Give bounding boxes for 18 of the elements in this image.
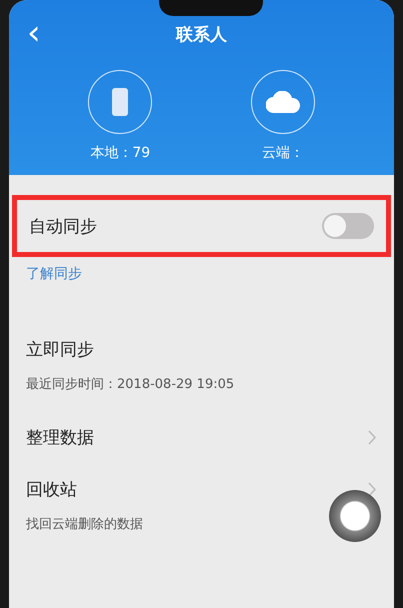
cloud-icon: [266, 91, 300, 113]
item-subtitle: 找回云端删除的数据: [26, 516, 144, 533]
stat-label: 本地：79: [90, 144, 150, 162]
chevron-icon: [368, 482, 377, 496]
stat-label: 云端：: [262, 144, 304, 162]
setting-label: 自动同步: [29, 216, 97, 238]
floating-button[interactable]: [329, 490, 381, 542]
menu-item[interactable]: 立即同步: [26, 338, 94, 360]
menu-item[interactable]: 回收站: [26, 478, 77, 500]
chevron-icon: [368, 430, 377, 444]
stat-circle[interactable]: [88, 70, 152, 134]
stat-circle[interactable]: [250, 70, 315, 134]
toggle-switch[interactable]: [322, 213, 374, 239]
item-subtitle: 最近同步时间：2018-08-29 19:05: [26, 376, 236, 393]
phone-icon: [112, 88, 128, 116]
menu-item[interactable]: 整理数据: [26, 426, 94, 448]
back-button[interactable]: ‹: [23, 16, 45, 50]
page-title: 联系人: [176, 24, 227, 46]
